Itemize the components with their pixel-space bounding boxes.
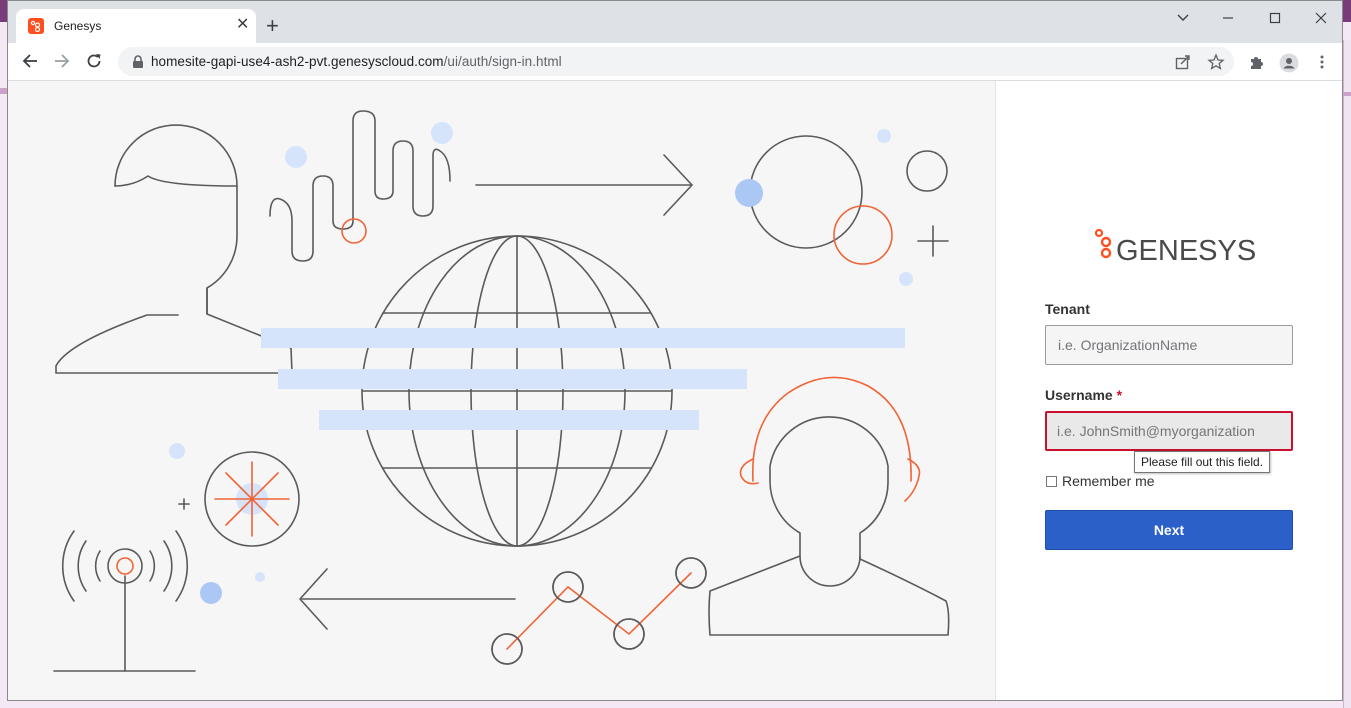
remember-me-checkbox[interactable] xyxy=(1046,476,1057,487)
tab-title: Genesys xyxy=(54,19,102,33)
reload-icon[interactable] xyxy=(84,51,104,71)
username-input[interactable] xyxy=(1045,411,1293,451)
forward-arrow-icon[interactable] xyxy=(52,51,72,71)
address-bar[interactable]: homesite-gapi-use4-ash2-pvt.genesyscloud… xyxy=(118,47,1234,76)
sign-in-illustration xyxy=(8,81,996,700)
genesys-logo: GENESYS xyxy=(1086,228,1258,274)
share-icon[interactable] xyxy=(1174,53,1192,71)
username-label-text: Username xyxy=(1045,387,1113,403)
minimize-window-icon[interactable] xyxy=(1213,8,1243,28)
illustration-artwork xyxy=(53,110,950,672)
url-text: homesite-gapi-use4-ash2-pvt.genesyscloud… xyxy=(151,54,562,69)
page-content: GENESYS Tenant Username * Please fill ou… xyxy=(8,81,1342,700)
logo-wordmark: GENESYS xyxy=(1116,235,1256,267)
tenant-label: Tenant xyxy=(1045,301,1090,317)
genesys-logo-icon: GENESYS xyxy=(1094,228,1256,267)
tab-close-icon[interactable]: ✕ xyxy=(236,17,249,33)
genesys-favicon-icon xyxy=(28,18,44,34)
browser-toolbar: homesite-gapi-use4-ash2-pvt.genesyscloud… xyxy=(8,43,1342,81)
username-label: Username * xyxy=(1045,387,1122,403)
tab-search-chevron-icon[interactable] xyxy=(1168,8,1198,28)
browser-menu-icon[interactable] xyxy=(1313,53,1331,71)
extensions-puzzle-icon[interactable] xyxy=(1248,53,1266,71)
remember-me-label[interactable]: Remember me xyxy=(1062,473,1155,489)
url-host: homesite-gapi-use4-ash2-pvt.genesyscloud… xyxy=(151,54,444,69)
back-arrow-icon[interactable] xyxy=(20,51,40,71)
validation-tooltip: Please fill out this field. xyxy=(1134,451,1271,473)
required-marker: * xyxy=(1116,387,1123,403)
background-app-edge xyxy=(1343,40,1351,708)
maximize-window-icon[interactable] xyxy=(1260,8,1290,28)
bookmark-star-icon[interactable] xyxy=(1207,53,1225,71)
new-tab-button[interactable]: + xyxy=(266,15,279,37)
background-app-accent-left xyxy=(0,88,7,94)
browser-window: Genesys ✕ + homesite-gapi-use4-ash2-pvt.… xyxy=(7,0,1343,701)
profile-avatar-icon[interactable] xyxy=(1279,53,1299,73)
next-button[interactable]: Next xyxy=(1045,510,1293,550)
sign-in-panel: GENESYS Tenant Username * Please fill ou… xyxy=(996,81,1342,700)
tab-strip: Genesys ✕ + xyxy=(8,1,1342,43)
lock-icon[interactable] xyxy=(132,55,144,74)
url-path: /ui/auth/sign-in.html xyxy=(443,54,562,69)
tenant-input[interactable] xyxy=(1045,325,1293,365)
tab-genesys[interactable]: Genesys ✕ xyxy=(16,9,256,43)
close-window-icon[interactable] xyxy=(1306,8,1336,28)
background-app-accent xyxy=(1343,92,1351,96)
